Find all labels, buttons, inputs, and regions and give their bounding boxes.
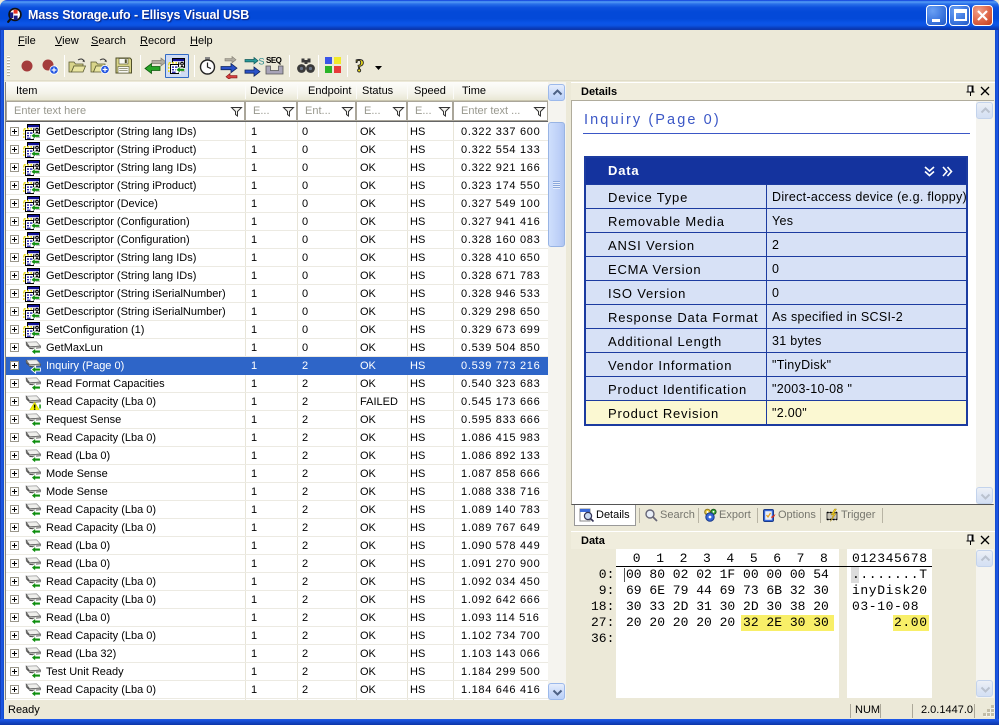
svg-text:SEQ: SEQ [266,56,282,65]
svg-text:?: ? [355,56,365,77]
svg-text:S: S [259,57,265,67]
